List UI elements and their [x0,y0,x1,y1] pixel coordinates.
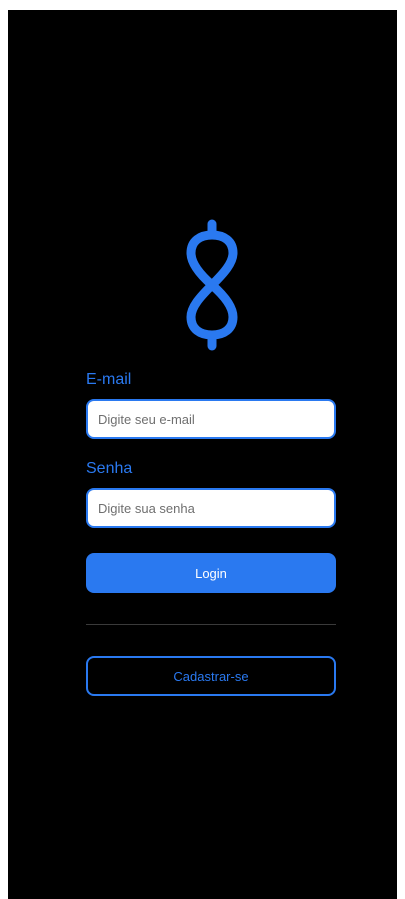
field-spacer [86,439,337,459]
login-button[interactable]: Login [86,553,336,593]
divider [86,624,336,625]
signup-button[interactable]: Cadastrar-se [86,656,336,696]
password-input[interactable] [86,488,336,528]
password-label: Senha [86,460,133,477]
login-form: E-mail Senha Login Cadastrar-se [86,370,337,696]
infinity-dollar-icon [186,219,238,351]
email-input[interactable] [86,399,336,439]
login-screen: E-mail Senha Login Cadastrar-se [8,10,397,899]
email-label: E-mail [86,371,132,388]
